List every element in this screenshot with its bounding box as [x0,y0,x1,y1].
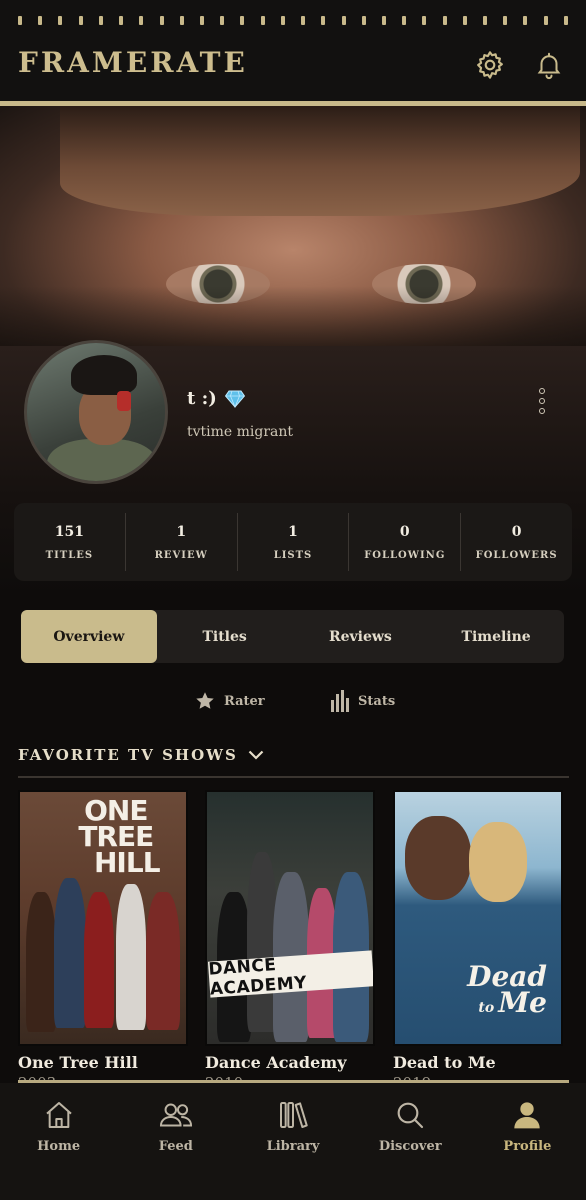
star-icon [196,692,214,709]
nav-feed-label: Feed [158,1139,193,1154]
favorites-divider [18,776,569,778]
users-icon [159,1103,192,1127]
nav-library-label: Library [266,1139,320,1154]
nav-profile-label: Profile [503,1139,552,1154]
user-icon [514,1102,541,1129]
stat-value: 0 [511,523,522,540]
favorite-card[interactable]: DANCE ACADEMY Dance Academy 2010 [205,790,375,1092]
favorite-card[interactable]: ONE TREE HILL One Tree Hill 2003 [18,790,188,1092]
app-header: FRAMERATE [0,26,586,102]
gear-icon [477,51,503,79]
stat-label: FOLLOWING [364,549,446,561]
avatar[interactable] [24,340,168,484]
chevron-down-icon [248,750,264,760]
tab-timeline[interactable]: Timeline [428,610,564,663]
profile-stats: 151 TITLES 1 REVIEW 1 LISTS 0 FOLLOWING … [14,503,572,581]
nav-home-label: Home [37,1139,81,1154]
stat-value: 1 [288,523,298,540]
stat-value: 151 [54,523,85,540]
username-text: t :) [187,388,217,409]
stat-reviews[interactable]: 1 REVIEW [126,513,238,571]
settings-button[interactable] [473,48,507,82]
more-options-button[interactable] [532,386,552,416]
favorites-carousel: ONE TREE HILL One Tree Hill 2003 DANCE A… [0,790,586,1092]
profile-banner-image [0,106,586,346]
app-logo: FRAMERATE [18,46,248,79]
profile-bio: tvtime migrant [187,424,294,440]
stat-value: 0 [399,523,410,540]
stat-following[interactable]: 0 FOLLOWING [349,513,462,571]
stat-followers[interactable]: 0 FOLLOWERS [461,513,572,571]
nav-discover-label: Discover [378,1139,442,1154]
bell-icon [537,52,561,80]
film-strip-decoration [0,0,586,26]
search-icon [397,1102,424,1129]
stat-titles[interactable]: 151 TITLES [14,513,126,571]
favorite-title: One Tree Hill [18,1053,138,1072]
profile-tabs: Overview Titles Reviews Timeline [21,610,564,663]
overview-subnav: Rater Stats [0,688,586,716]
library-icon [280,1102,308,1128]
nav-feed[interactable]: Feed [117,1083,234,1200]
rater-label: Rater [224,693,265,709]
stat-value: 1 [176,523,187,540]
poster-one-tree-hill: ONE TREE HILL [18,790,188,1046]
favorite-title: Dance Academy [205,1053,347,1072]
home-icon [45,1102,72,1128]
favorites-title: FAVORITE TV SHOWS [18,746,238,764]
more-icon [539,388,545,394]
poster-dance-academy: DANCE ACADEMY [205,790,375,1046]
tab-overview[interactable]: Overview [21,610,157,663]
stats-label: Stats [358,693,396,709]
stat-label: FOLLOWERS [475,549,558,561]
favorite-card[interactable]: Dead toMe Dead to Me 2019 [393,790,563,1092]
stat-lists[interactable]: 1 LISTS [238,513,350,571]
bottom-navigation: Home Feed Library Discover Profile [0,1083,586,1200]
favorite-title: Dead to Me [393,1053,496,1072]
username: t :) [187,388,245,409]
notifications-button[interactable] [532,48,566,82]
bar-chart-icon [331,690,349,712]
stat-label: REVIEW [154,549,208,561]
nav-discover[interactable]: Discover [352,1083,469,1200]
diamond-icon [224,390,245,408]
stats-link[interactable]: Stats [330,690,395,712]
tab-titles[interactable]: Titles [157,610,293,663]
tab-reviews[interactable]: Reviews [293,610,429,663]
nav-home[interactable]: Home [0,1083,117,1200]
nav-library[interactable]: Library [234,1083,351,1200]
stat-label: LISTS [273,549,313,561]
rater-link[interactable]: Rater [194,690,265,712]
nav-profile[interactable]: Profile [469,1083,586,1200]
stat-label: TITLES [45,549,94,561]
favorites-section-toggle[interactable]: FAVORITE TV SHOWS [18,746,264,764]
poster-dead-to-me: Dead to Me [393,790,563,1046]
